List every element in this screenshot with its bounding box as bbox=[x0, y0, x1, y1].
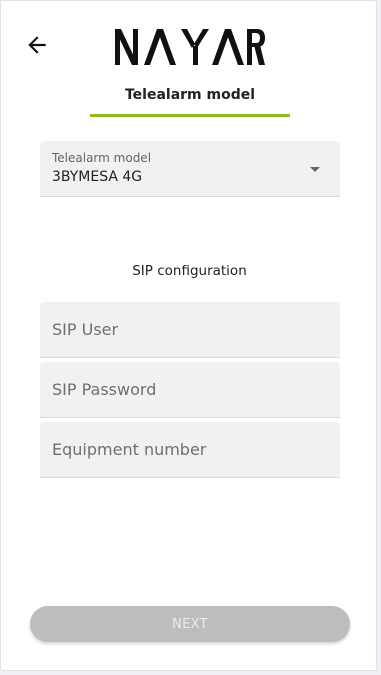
equipment-number-input[interactable] bbox=[40, 422, 340, 478]
tab-active-indicator bbox=[90, 114, 290, 117]
tab-telealarm-model[interactable]: Telealarm model bbox=[90, 81, 290, 117]
telealarm-model-select[interactable]: Telealarm model 3BYMESA 4G bbox=[40, 141, 340, 197]
sip-section-title: SIP configuration bbox=[132, 263, 247, 279]
sip-user-input[interactable] bbox=[40, 302, 340, 358]
next-button[interactable]: NEXT bbox=[30, 606, 350, 642]
back-button[interactable] bbox=[21, 29, 53, 61]
sip-password-input[interactable] bbox=[40, 362, 340, 418]
arrow-left-icon bbox=[28, 36, 46, 54]
tab-label: Telealarm model bbox=[124, 87, 256, 103]
select-label: Telealarm model bbox=[52, 151, 152, 165]
select-value: 3BYMESA 4G bbox=[52, 169, 143, 185]
brand-logo bbox=[115, 29, 265, 65]
chevron-down-icon[interactable] bbox=[310, 167, 320, 172]
app-screen: Telealarm model Telealarm model 3BYMESA … bbox=[0, 0, 377, 671]
